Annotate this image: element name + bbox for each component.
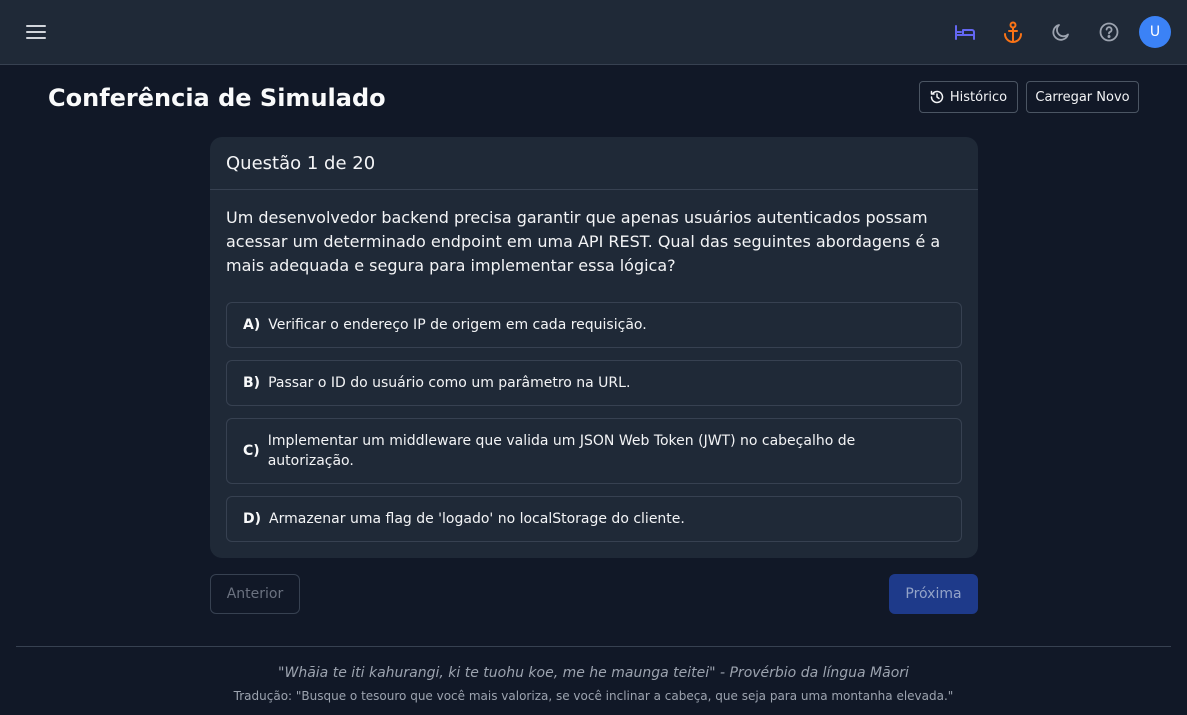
option-a[interactable]: A) Verificar o endereço IP de origem em … [226, 302, 962, 348]
option-text: Implementar um middleware que valida um … [267, 433, 856, 469]
history-button[interactable]: Histórico [919, 81, 1018, 113]
dark-mode-toggle[interactable] [1045, 16, 1077, 48]
previous-button[interactable]: Anterior [210, 574, 300, 614]
option-letter: C) [243, 443, 260, 459]
menu-button[interactable] [20, 16, 52, 48]
option-text: Verificar o endereço IP de origem em cad… [268, 317, 647, 333]
option-c[interactable]: C) Implementar um middleware que valida … [226, 418, 962, 484]
help-button[interactable] [1093, 16, 1125, 48]
footer-divider [16, 646, 1171, 647]
top-bar: U [0, 0, 1187, 65]
question-text: Um desenvolvedor backend precisa garanti… [226, 208, 941, 275]
load-new-button-label: Carregar Novo [1035, 89, 1130, 105]
option-text: Armazenar uma flag de 'logado' no localS… [269, 511, 685, 527]
anchor-icon [1004, 21, 1022, 43]
option-letter: D) [243, 511, 262, 527]
avatar[interactable]: U [1139, 16, 1171, 48]
option-b[interactable]: B) Passar o ID do usuário como um parâme… [226, 360, 962, 406]
anchor-button[interactable] [997, 16, 1029, 48]
option-d[interactable]: D) Armazenar uma flag de 'logado' no loc… [226, 496, 962, 542]
moon-icon [1052, 24, 1069, 41]
option-letter: A) [243, 317, 261, 333]
help-icon [1099, 22, 1119, 42]
history-button-label: Histórico [949, 89, 1008, 105]
bed-icon [955, 25, 975, 40]
footer-quote: "Whāia te iti kahurangi, ki te tuohu koe… [278, 665, 909, 681]
option-text: Passar o ID do usuário como um parâmetro… [268, 375, 631, 391]
option-letter: B) [243, 375, 261, 391]
footer-translation: Tradução: "Busque o tesouro que você mai… [233, 689, 954, 703]
question-counter: Questão 1 de 20 [210, 137, 978, 190]
load-new-button[interactable]: Carregar Novo [1026, 81, 1139, 113]
question-card: Questão 1 de 20 Um desenvolvedor backend… [210, 137, 978, 558]
menu-icon [26, 25, 46, 39]
next-button[interactable]: Próxima [889, 574, 978, 614]
page-title: Conferência de Simulado [48, 84, 386, 112]
history-icon [930, 90, 944, 104]
sleep-mode-button[interactable] [949, 16, 981, 48]
